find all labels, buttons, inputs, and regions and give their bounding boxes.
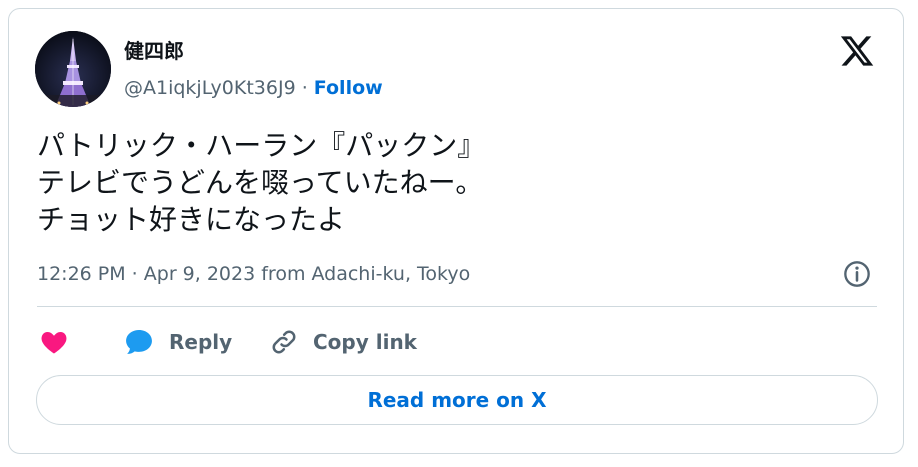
author-avatar[interactable] bbox=[35, 31, 111, 107]
copy-link-button[interactable]: Copy link bbox=[269, 325, 417, 359]
info-icon[interactable] bbox=[843, 260, 871, 288]
reply-label: Reply bbox=[169, 330, 233, 354]
x-logo-icon[interactable] bbox=[839, 33, 875, 69]
divider bbox=[37, 306, 877, 307]
author-display-name[interactable]: 健四郎 bbox=[124, 39, 184, 63]
tokyo-tower-photo bbox=[35, 31, 111, 107]
post-text-line: チョット好きになったよ bbox=[37, 203, 346, 236]
separator-dot: · bbox=[295, 77, 314, 99]
author-handle[interactable]: @A1iqkjLy0Kt36J9 bbox=[124, 77, 296, 99]
reply-button[interactable]: Reply bbox=[123, 325, 232, 359]
post-text: パトリック・ハーラン『パックン』 テレビでうどんを啜っていたねー。 チョット好き… bbox=[37, 127, 485, 238]
post-text-line: パトリック・ハーラン『パックン』 bbox=[37, 129, 486, 162]
link-icon bbox=[272, 330, 296, 354]
follow-link[interactable]: Follow bbox=[314, 77, 383, 99]
speech-bubble-icon bbox=[126, 330, 152, 354]
read-more-button[interactable]: Read more on X bbox=[36, 375, 878, 425]
author-handle-row: @A1iqkjLy0Kt36J9 · Follow bbox=[124, 75, 383, 101]
embedded-post-card: 健四郎 @A1iqkjLy0Kt36J9 · Follow パトリック・ハーラン… bbox=[8, 8, 904, 454]
post-text-line: テレビでうどんを啜っていたねー。 bbox=[37, 166, 484, 199]
post-timestamp[interactable]: 12:26 PM · Apr 9, 2023 from Adachi-ku, T… bbox=[37, 261, 470, 287]
like-button[interactable] bbox=[39, 325, 69, 359]
copy-link-label: Copy link bbox=[313, 330, 417, 354]
heart-icon bbox=[41, 332, 67, 354]
